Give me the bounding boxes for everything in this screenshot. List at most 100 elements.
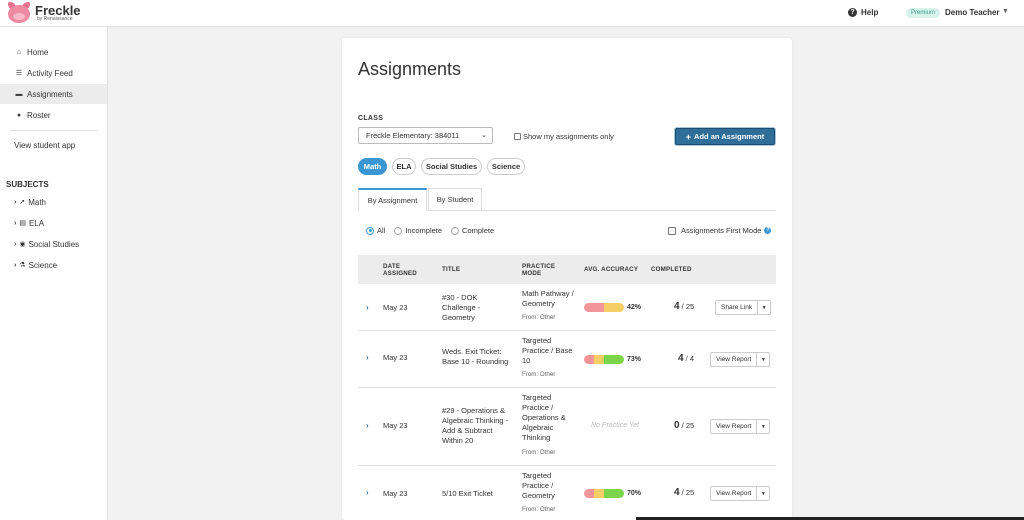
row-title: 5/10 Exit Ticket: [442, 489, 493, 498]
row-practice-mode: Targeted Practice / Base 10: [522, 336, 573, 365]
caret-down-icon[interactable]: ▼: [757, 353, 769, 366]
pill-math[interactable]: Math: [358, 158, 387, 175]
users-icon: ●: [16, 111, 22, 119]
subject-item-ela[interactable]: › ▤ ELA: [14, 215, 44, 231]
no-practice-label: No Practice Yet: [591, 422, 640, 429]
row-date: May 23: [383, 353, 408, 362]
caret-down-icon[interactable]: ▼: [1002, 8, 1009, 15]
completed-total: / 25: [681, 488, 695, 497]
caret-down-icon[interactable]: ▼: [757, 487, 769, 500]
table-row[interactable]: › May 23 5/10 Exit Ticket Targeted Pract…: [358, 466, 776, 520]
sidebar-item-home[interactable]: ⌂ Home: [0, 42, 107, 62]
chevron-right-icon: ›: [14, 240, 17, 248]
chevron-right-icon[interactable]: ›: [366, 488, 369, 497]
accuracy-bar: [584, 489, 624, 498]
header-avg-accuracy: AVG. ACCURACY: [584, 266, 639, 273]
tab-by-assignment[interactable]: By Assignment: [358, 188, 427, 211]
subject-item-social-studies[interactable]: › ◉ Social Studies: [14, 236, 79, 252]
accuracy-segment: [594, 489, 604, 498]
action-label: View Report: [711, 353, 758, 366]
radio-icon: [451, 226, 460, 235]
list-icon: ☰: [15, 70, 23, 77]
freckle-logo[interactable]: Freckle by Renaissance: [6, 2, 81, 24]
filter-label: All: [377, 226, 386, 235]
sidebar-divider: [10, 130, 98, 131]
globe-icon: ◉: [19, 241, 26, 248]
add-assignment-label: Add an Assignment: [694, 132, 765, 141]
pill-social-studies[interactable]: Social Studies: [421, 158, 482, 175]
filter-incomplete[interactable]: Incomplete: [394, 226, 442, 235]
accuracy-segment: [584, 489, 594, 498]
assignments-card: Assignments CLASS Freckle Elementary: 38…: [342, 38, 792, 520]
accuracy-percent: 70%: [627, 490, 642, 497]
view-report-button[interactable]: View Report ▼: [710, 419, 771, 434]
question-icon[interactable]: ?: [764, 227, 772, 234]
completed-number: 0: [674, 420, 680, 431]
accuracy-segment: [584, 355, 594, 364]
sidebar-item-roster[interactable]: ● Roster: [0, 105, 107, 125]
filter-complete[interactable]: Complete: [451, 226, 494, 235]
view-student-app-link[interactable]: View student app: [0, 135, 107, 155]
user-menu[interactable]: Demo Teacher: [945, 8, 1000, 17]
accuracy-bar: [584, 355, 624, 364]
filter-all[interactable]: All: [366, 226, 385, 235]
home-icon: ⌂: [16, 48, 22, 56]
row-title: #29 - Operations & Algebraic Thinking - …: [442, 406, 509, 445]
accuracy-bar: [584, 303, 624, 312]
table-row[interactable]: › May 23 #30 - DOK Challenge - Geometry …: [358, 284, 776, 331]
table-row[interactable]: › May 23 #29 - Operations & Algebraic Th…: [358, 388, 776, 466]
class-select-value: Freckle Elementary: 384011: [366, 131, 460, 140]
chevron-right-icon[interactable]: ›: [366, 421, 369, 430]
logo-subtitle: by Renaissance: [37, 16, 73, 22]
flask-icon: ⚗: [19, 262, 26, 269]
class-select[interactable]: Freckle Elementary: 384011 ⌄: [358, 127, 493, 144]
subject-item-science[interactable]: › ⚗ Science: [14, 257, 57, 273]
share-link-button[interactable]: Share Link ▼: [715, 300, 772, 315]
status-filter: All Incomplete Complete: [366, 226, 503, 235]
premium-badge: Premium: [906, 8, 941, 18]
completed-number: 4: [678, 353, 684, 364]
completed-count: 4 / 4: [678, 353, 694, 364]
caret-down-icon[interactable]: ▼: [758, 301, 770, 314]
completed-number: 4: [674, 301, 680, 312]
completed-count: 4 / 25: [674, 301, 694, 312]
caret-down-icon[interactable]: ▼: [757, 420, 769, 433]
tab-by-student[interactable]: By Student: [428, 188, 482, 211]
add-assignment-button[interactable]: + Add an Assignment: [675, 128, 775, 145]
row-practice-mode: Math Pathway / Geometry: [522, 289, 574, 308]
completed-total: / 25: [681, 421, 695, 430]
subject-item-math[interactable]: › ➚ Math: [14, 194, 46, 210]
assignments-first-mode-toggle[interactable]: Assignments First Mode ?: [668, 226, 772, 235]
accuracy-percent: 73%: [627, 356, 642, 363]
subject-label: ELA: [28, 218, 45, 228]
sidebar-item-assignments[interactable]: ▬ Assignments: [0, 84, 107, 104]
question-icon: ?: [848, 8, 857, 17]
help-link[interactable]: ? Help: [848, 8, 878, 17]
sidebar-item-activity-feed[interactable]: ☰ Activity Feed: [0, 63, 107, 83]
pig-logo-icon: [6, 2, 32, 24]
my-assignments-only-checkbox[interactable]: Show my assignments only: [514, 132, 614, 141]
row-date: May 23: [383, 489, 408, 498]
table-row[interactable]: › May 23 Weds. Exit Ticket: Base 10 - Ro…: [358, 331, 776, 388]
pill-science[interactable]: Science: [487, 158, 525, 175]
subject-label: Social Studies: [28, 239, 80, 249]
view-report-button[interactable]: View Report ▼: [710, 352, 771, 367]
chevron-right-icon[interactable]: ›: [366, 353, 369, 362]
chevron-right-icon[interactable]: ›: [366, 303, 369, 312]
assignments-first-mode-label: Assignments First Mode: [681, 226, 762, 235]
class-label: CLASS: [358, 115, 384, 122]
top-bar: Freckle by Renaissance ? Help Premium De…: [0, 0, 1024, 27]
pill-ela[interactable]: ELA: [392, 158, 416, 175]
checkbox-icon: [514, 133, 521, 140]
view-report-button[interactable]: View Report ▼: [710, 486, 771, 501]
chevron-right-icon: ›: [14, 198, 17, 206]
help-label: Help: [861, 8, 879, 17]
accuracy-segment: [604, 355, 624, 364]
row-title: #30 - DOK Challenge - Geometry: [442, 293, 481, 322]
row-title: Weds. Exit Ticket: Base 10 - Rounding: [442, 347, 509, 366]
sidebar-item-label: Activity Feed: [27, 68, 73, 78]
chevron-right-icon: ›: [14, 261, 17, 269]
table-header: DATE ASSIGNED TITLE PRACTICE MODE AVG. A…: [358, 255, 776, 284]
completed-total: / 4: [685, 354, 694, 363]
filter-label: Complete: [462, 226, 495, 235]
